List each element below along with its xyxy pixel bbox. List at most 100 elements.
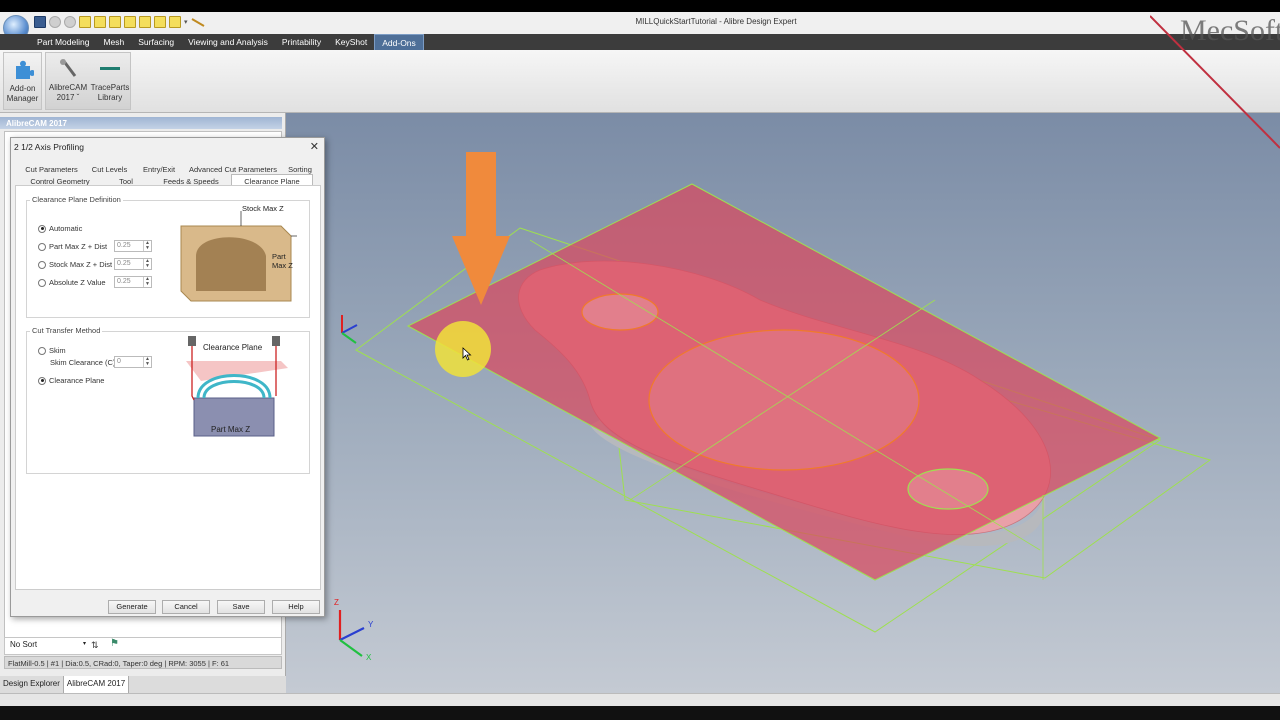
- mouse-cursor-icon: [462, 347, 472, 361]
- tool-status: FlatMill-0.5 | #1 | Dia:0.5, CRad:0, Tap…: [4, 656, 282, 669]
- puzzle-icon: [15, 60, 34, 79]
- extrude-icon[interactable]: [169, 16, 181, 28]
- traceparts-label-2: Library: [97, 93, 123, 102]
- radio-button[interactable]: [38, 278, 46, 287]
- cancel-button[interactable]: Cancel: [162, 600, 210, 614]
- cube-icon[interactable]: [109, 16, 121, 28]
- quick-access-toolbar: ▾: [34, 16, 205, 28]
- bottom-letterbox: [0, 706, 1280, 720]
- measure-icon[interactable]: [191, 16, 205, 28]
- save-button[interactable]: Save: [217, 600, 265, 614]
- radio-button[interactable]: [38, 224, 46, 233]
- skim-clearance-value: 0: [117, 358, 121, 365]
- axis-triad-bottom: [338, 610, 365, 657]
- mecsoft-watermark: MecSoft: [1150, 12, 1280, 152]
- traceparts-button[interactable]: TraceParts Library: [89, 52, 131, 110]
- addon-manager-label-1: Add-on: [9, 84, 36, 93]
- spinner-icon[interactable]: ▲ ▼: [143, 241, 151, 251]
- help-button[interactable]: Help: [272, 600, 320, 614]
- close-icon[interactable]: ✕: [310, 140, 319, 153]
- watermark-text: MecSoft: [1180, 14, 1280, 47]
- filter-icon[interactable]: ⚑: [110, 638, 119, 649]
- 3d-viewport[interactable]: Z Y X: [286, 113, 1280, 693]
- redo-icon[interactable]: [64, 16, 76, 28]
- radio-absolute-z-label: Absolute Z Value: [49, 278, 106, 287]
- radio-button[interactable]: [38, 346, 46, 355]
- part-max-z-value: 0.25: [117, 242, 131, 249]
- tab-surfacing[interactable]: Surfacing: [131, 34, 181, 50]
- radio-clearance-plane[interactable]: Clearance Plane: [38, 376, 104, 385]
- spinner-icon[interactable]: ▲ ▼: [143, 277, 151, 287]
- radio-stock-max-z-label: Stock Max Z + Dist: [49, 260, 113, 269]
- sort-dropdown[interactable]: No Sort ▾: [8, 640, 88, 652]
- radio-automatic-label: Automatic: [49, 224, 83, 233]
- status-bar: [0, 693, 1280, 706]
- stock-max-z-caption: Stock Max Z: [242, 204, 284, 213]
- spinner-icon[interactable]: ▲ ▼: [143, 259, 151, 269]
- toolpath-small-hole: [581, 293, 659, 331]
- tab-add-ons[interactable]: Add-Ons: [374, 34, 424, 50]
- radio-button[interactable]: [38, 376, 46, 385]
- axis-profiling-dialog: 2 1/2 Axis Profiling ✕ Cut Parameters Cu…: [10, 137, 325, 617]
- direction-arrow-shaft: [466, 152, 496, 237]
- radio-part-max-z-label: Part Max Z + Dist: [49, 242, 108, 251]
- axis-triad-top: [341, 315, 358, 344]
- generate-button[interactable]: Generate: [108, 600, 156, 614]
- tab-printability[interactable]: Printability: [275, 34, 328, 50]
- radio-button[interactable]: [38, 242, 46, 251]
- ribbon-panel: [0, 50, 1280, 113]
- tab-part-modeling[interactable]: Part Modeling: [30, 34, 96, 50]
- spinner-icon[interactable]: ▲ ▼: [143, 357, 151, 367]
- tab-mesh[interactable]: Mesh: [96, 34, 131, 50]
- clearance-plane-caption: Clearance Plane: [203, 343, 263, 352]
- model-canvas: [338, 152, 1212, 657]
- open-icon[interactable]: [94, 16, 106, 28]
- alibrecam-button[interactable]: AlibreCAM 2017 ˇ: [46, 52, 90, 110]
- qat-dropdown-icon[interactable]: ▾: [184, 18, 188, 28]
- tab-viewing-and-analysis[interactable]: Viewing and Analysis: [181, 34, 275, 50]
- addon-manager-label-2: Manager: [6, 94, 39, 103]
- tab-keyshot[interactable]: KeyShot: [328, 34, 374, 50]
- tab-alibrecam[interactable]: AlibreCAM 2017: [63, 676, 130, 693]
- axis-label-y: Y: [368, 620, 374, 629]
- absolute-z-input[interactable]: 0.25 ▲ ▼: [114, 276, 152, 288]
- traceparts-icon: [100, 67, 120, 70]
- radio-absolute-z[interactable]: Absolute Z Value: [38, 278, 106, 287]
- alibrecam-label-1: AlibreCAM: [48, 83, 88, 92]
- radio-skim[interactable]: Skim: [38, 346, 66, 355]
- skim-clearance-input[interactable]: 0 ▲ ▼: [114, 356, 152, 368]
- toolpath-right-hole: [907, 468, 989, 510]
- radio-automatic[interactable]: Automatic: [38, 224, 82, 233]
- top-letterbox: [0, 0, 1280, 12]
- axis-label-z: Z: [334, 598, 339, 607]
- tab-design-explorer[interactable]: Design Explorer: [0, 676, 64, 693]
- sort-order-icon[interactable]: ⇅: [91, 640, 99, 651]
- radio-skim-label: Skim: [49, 346, 66, 355]
- radio-stock-max-z[interactable]: Stock Max Z + Dist: [38, 260, 112, 269]
- panel-title: AlibreCAM 2017: [0, 117, 282, 129]
- dialog-title: 2 1/2 Axis Profiling: [14, 142, 84, 152]
- part-max-z-input[interactable]: 0.25 ▲ ▼: [114, 240, 152, 252]
- toolpath-center-hole: [648, 329, 920, 471]
- traceparts-label-1: TraceParts: [90, 83, 130, 92]
- clearance-plane-definition-label: Clearance Plane Definition: [30, 195, 123, 204]
- save-icon[interactable]: [34, 16, 46, 28]
- radio-button[interactable]: [38, 260, 46, 269]
- axis-label-x: X: [366, 653, 372, 662]
- sort-dropdown-value: No Sort: [10, 640, 38, 649]
- stock-max-z-input[interactable]: 0.25 ▲ ▼: [114, 258, 152, 270]
- radio-part-max-z[interactable]: Part Max Z + Dist: [38, 242, 107, 251]
- assembly-icon[interactable]: [154, 16, 166, 28]
- alibrecam-label-2: 2017 ˇ: [56, 93, 80, 102]
- addon-manager-button[interactable]: Add-on Manager: [3, 52, 42, 110]
- panel-tab-bar: Design Explorer AlibreCAM 2017: [0, 676, 286, 693]
- chevron-down-icon: ▾: [82, 641, 86, 647]
- sketch-icon[interactable]: [139, 16, 151, 28]
- box-icon[interactable]: [124, 16, 136, 28]
- mill-tool-icon: [60, 59, 77, 77]
- clearance-plane-page: Clearance Plane Definition Automatic Par…: [15, 185, 321, 590]
- undo-icon[interactable]: [49, 16, 61, 28]
- new-part-icon[interactable]: [79, 16, 91, 28]
- skim-clearance-text: Skim Clearance (C): [50, 358, 116, 367]
- ribbon-tab-bar: Part Modeling Mesh Surfacing Viewing and…: [0, 34, 1280, 50]
